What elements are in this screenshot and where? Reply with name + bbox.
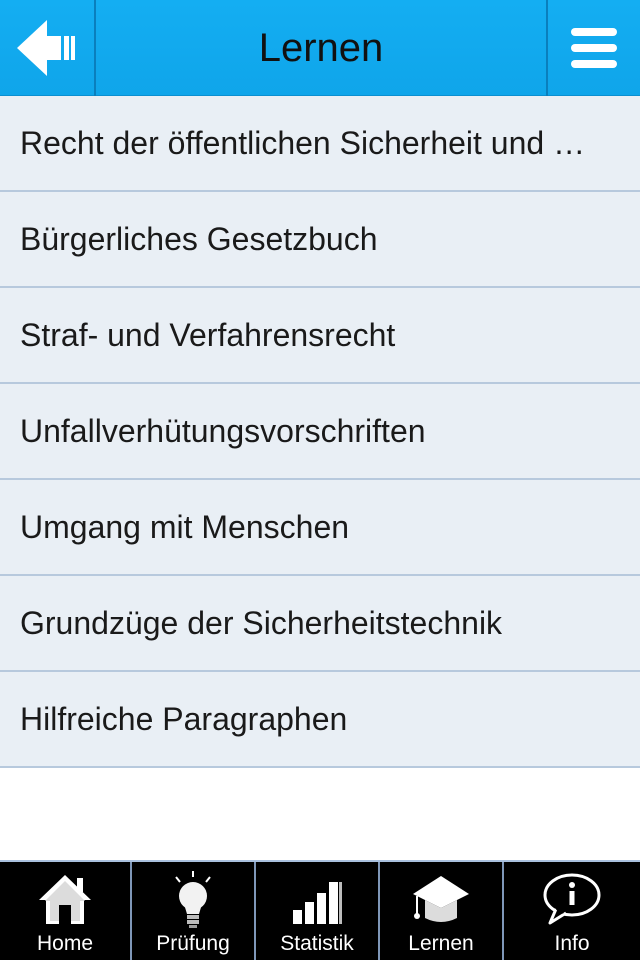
tab-label: Info <box>554 932 590 955</box>
list-item-label: Hilfreiche Paragraphen <box>20 700 348 737</box>
house-icon <box>39 875 91 924</box>
list-item-label: Bürgerliches Gesetzbuch <box>20 220 378 257</box>
list-item-label: Unfallverhütungsvorschriften <box>20 412 426 449</box>
list-item[interactable]: Bürgerliches Gesetzbuch <box>0 192 640 288</box>
list-item[interactable]: Hilfreiche Paragraphen <box>0 672 640 768</box>
list-item[interactable]: Grundzüge der Sicherheitstechnik <box>0 576 640 672</box>
back-button[interactable] <box>0 0 96 96</box>
list-item-label: Straf- und Verfahrensrecht <box>20 316 396 353</box>
bottom-tab-bar: Home Prüfung Statistik Lernen Info <box>0 860 640 960</box>
tab-lernen[interactable]: Lernen <box>380 862 504 960</box>
topic-list: Recht der öffentlichen Sicherheit und … … <box>0 96 640 768</box>
tab-pruefung[interactable]: Prüfung <box>132 862 256 960</box>
hamburger-menu-icon <box>571 28 617 68</box>
list-item-label: Recht der öffentlichen Sicherheit und … <box>20 124 586 161</box>
list-item[interactable]: Umgang mit Menschen <box>0 480 640 576</box>
lightbulb-icon <box>175 871 211 928</box>
menu-button[interactable] <box>546 0 640 96</box>
tab-statistik[interactable]: Statistik <box>256 862 380 960</box>
tab-label: Home <box>36 932 94 955</box>
list-item-label: Umgang mit Menschen <box>20 508 350 545</box>
tab-label: Prüfung <box>156 932 230 955</box>
tab-info[interactable]: Info <box>504 862 640 960</box>
list-item[interactable]: Straf- und Verfahrensrecht <box>0 288 640 384</box>
list-item-label: Grundzüge der Sicherheitstechnik <box>20 604 503 641</box>
graduation-cap-icon <box>413 876 469 922</box>
list-item[interactable]: Unfallverhütungsvorschriften <box>0 384 640 480</box>
info-speech-bubble-icon <box>543 873 601 925</box>
tab-label: Lernen <box>408 932 474 955</box>
back-arrow-icon <box>17 20 75 76</box>
tab-label: Statistik <box>280 932 354 955</box>
tab-home[interactable]: Home <box>0 862 132 960</box>
top-bar: Lernen <box>0 0 640 96</box>
bar-chart-icon <box>293 882 342 924</box>
app-screen: Lernen Recht der öffentlichen Sicherheit… <box>0 0 640 960</box>
list-item[interactable]: Recht der öffentlichen Sicherheit und … <box>0 96 640 192</box>
page-title: Lernen <box>258 25 384 70</box>
